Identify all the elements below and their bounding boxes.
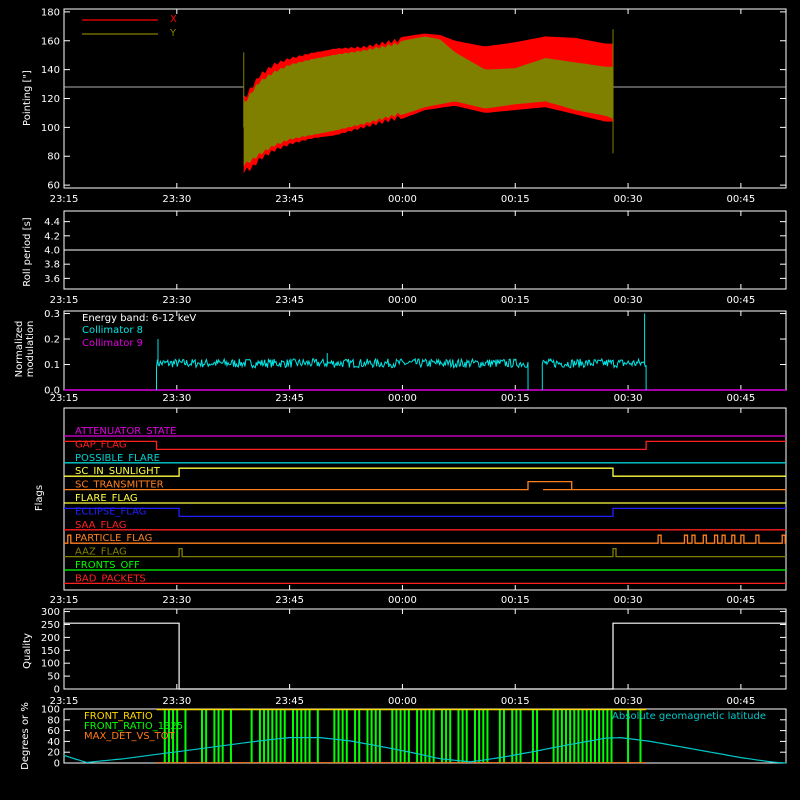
y-tick-label: 80 xyxy=(47,715,60,726)
flags-y-axis-label: Flags xyxy=(34,485,45,511)
collimator-9-legend: Collimator 9 xyxy=(82,338,143,349)
y-tick-label: 20 xyxy=(47,748,60,759)
y-tick-label: 0.1 xyxy=(44,360,60,371)
y-tick-label: 120 xyxy=(41,94,60,105)
x-tick-label: 00:30 xyxy=(614,194,643,205)
energy-band-annotation: Energy band: 6-12 keV xyxy=(82,313,196,324)
collimator-8-legend: Collimator 8 xyxy=(82,325,143,336)
x-tick-label: 23:45 xyxy=(275,295,304,306)
x-tick-label: 00:45 xyxy=(726,194,755,205)
y-tick-label: 50 xyxy=(47,672,60,683)
y-tick-label: 160 xyxy=(41,36,60,47)
x-tick-label: 23:15 xyxy=(50,595,79,606)
y-tick-label: 3.6 xyxy=(44,274,60,285)
x-tick-label: 00:30 xyxy=(614,295,643,306)
x-tick-label: 23:45 xyxy=(275,696,304,707)
y-tick-label: 40 xyxy=(47,737,60,748)
y-tick-label: 60 xyxy=(47,181,60,192)
pointing-y-axis-label: Pointing ["] xyxy=(22,70,33,126)
y-tick-label: 60 xyxy=(47,726,60,737)
legend-y-label: Y xyxy=(169,28,177,39)
quality-y-axis-label: Quality xyxy=(22,633,33,669)
y-tick-label: 0 xyxy=(54,759,60,770)
y-tick-label: 150 xyxy=(41,646,60,657)
x-tick-label: 00:15 xyxy=(501,295,530,306)
latitude-y-axis-label: Degrees or % xyxy=(20,702,31,770)
x-tick-label: 00:15 xyxy=(501,393,530,404)
x-tick-label: 23:45 xyxy=(275,595,304,606)
x-tick-label: 23:30 xyxy=(162,696,191,707)
x-tick-label: 00:30 xyxy=(614,595,643,606)
y-tick-label: 140 xyxy=(41,65,60,76)
y-tick-label: 300 xyxy=(41,607,60,618)
legend-geomagnetic-latitude: Absolute geomagnetic latitude xyxy=(612,711,766,722)
x-tick-label: 23:15 xyxy=(50,393,79,404)
legend-x-label: X xyxy=(170,14,177,25)
x-tick-label: 23:45 xyxy=(275,194,304,205)
x-tick-label: 23:30 xyxy=(162,194,191,205)
x-tick-label: 00:45 xyxy=(726,295,755,306)
y-tick-label: 250 xyxy=(41,620,60,631)
y-tick-label: 80 xyxy=(47,152,60,163)
y-tick-label: 4.2 xyxy=(44,231,60,242)
y-tick-label: 100 xyxy=(41,705,60,716)
roll-y-axis-label: Roll period [s] xyxy=(22,217,33,286)
x-tick-label: 23:15 xyxy=(50,194,79,205)
y-tick-label: 3.8 xyxy=(44,260,60,271)
modulation-y-axis-label-1: Normalized xyxy=(14,321,25,378)
y-tick-label: 4.4 xyxy=(44,217,60,228)
x-tick-label: 00:30 xyxy=(614,696,643,707)
x-tick-label: 00:15 xyxy=(501,696,530,707)
x-tick-label: 00:15 xyxy=(501,595,530,606)
y-tick-label: 100 xyxy=(41,123,60,134)
x-tick-label: 00:45 xyxy=(726,696,755,707)
y-tick-label: 180 xyxy=(41,7,60,18)
x-tick-label: 23:30 xyxy=(162,393,191,404)
x-tick-label: 00:00 xyxy=(388,194,417,205)
y-tick-label: 200 xyxy=(41,633,60,644)
x-tick-label: 00:00 xyxy=(388,393,417,404)
x-tick-label: 00:15 xyxy=(501,194,530,205)
x-tick-label: 00:00 xyxy=(388,295,417,306)
x-tick-label: 00:00 xyxy=(388,595,417,606)
x-tick-label: 23:30 xyxy=(162,595,191,606)
y-tick-label: 0 xyxy=(54,685,60,696)
x-tick-label: 00:30 xyxy=(614,393,643,404)
y-tick-label: 0.2 xyxy=(44,335,60,346)
y-tick-label: 0.3 xyxy=(44,309,60,320)
hessi-observing-summary-chart: 6080100120140160180 23:15 23:30 23:45 00:00… xyxy=(0,0,800,800)
x-tick-label: 23:15 xyxy=(50,295,79,306)
x-tick-label: 00:45 xyxy=(726,393,755,404)
modulation-y-axis-label-2: modulation xyxy=(25,321,36,378)
legend-max-det-vs-tot: MAX_DET_VS_TOT xyxy=(84,731,176,742)
x-tick-label: 00:45 xyxy=(726,595,755,606)
y-tick-label: 4.0 xyxy=(44,246,60,257)
x-tick-label: 00:00 xyxy=(388,696,417,707)
x-tick-label: 23:30 xyxy=(162,295,191,306)
x-tick-label: 23:45 xyxy=(275,393,304,404)
y-tick-label: 100 xyxy=(41,659,60,670)
